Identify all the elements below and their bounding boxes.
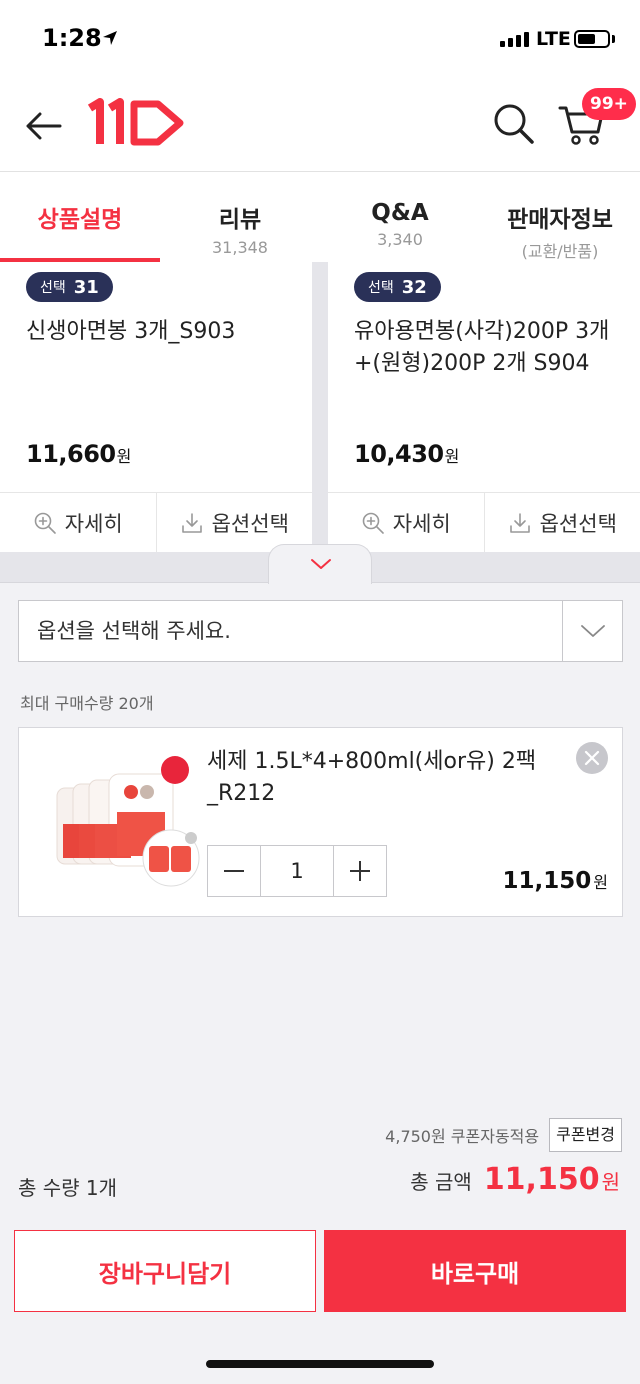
option-cards-area: 선택 31 신생아면봉 3개_S903 11,660원 자세히 옵션선택 선택 bbox=[0, 262, 640, 552]
search-icon[interactable] bbox=[490, 100, 538, 148]
close-icon bbox=[584, 750, 600, 766]
select-option-label: 옵션선택 bbox=[211, 511, 289, 536]
card-actions: 자세히 옵션선택 bbox=[328, 492, 640, 552]
tab-label: 상품설명 bbox=[37, 207, 123, 233]
buy-now-button[interactable]: 바로구매 bbox=[324, 1230, 626, 1312]
option-card[interactable]: 선택 31 신생아면봉 3개_S903 11,660원 자세히 옵션선택 bbox=[0, 262, 312, 552]
tab-description[interactable]: 상품설명 bbox=[0, 172, 160, 262]
chevron-down-icon bbox=[580, 625, 605, 637]
coupon-applied-text: 4,750원 쿠폰자동적용 bbox=[385, 1127, 540, 1146]
download-icon bbox=[181, 512, 202, 533]
coupon-row: 4,750원 쿠폰자동적용 쿠폰변경 bbox=[385, 1118, 622, 1152]
tab-count: 31,348 bbox=[212, 238, 268, 257]
badge-number: 32 bbox=[401, 276, 427, 298]
card-actions: 자세히 옵션선택 bbox=[0, 492, 312, 552]
remove-item-button[interactable] bbox=[576, 742, 608, 774]
total-amount-label: 총 금액 bbox=[410, 1170, 472, 1194]
selected-item-price: 11,150 원 bbox=[502, 868, 609, 894]
select-option-label: 옵션선택 bbox=[539, 511, 617, 536]
chevron-down-icon bbox=[311, 559, 331, 569]
badge-number: 31 bbox=[73, 276, 99, 298]
tab-reviews[interactable]: 리뷰 31,348 bbox=[160, 172, 320, 262]
tab-label: 판매자정보 bbox=[507, 207, 613, 233]
status-time: 1:28 bbox=[42, 24, 102, 52]
minus-icon bbox=[224, 870, 244, 872]
total-amount: 총 금액 11,150 원 bbox=[410, 1162, 620, 1197]
badge-label: 선택 bbox=[40, 280, 66, 296]
quantity-stepper: 1 bbox=[207, 845, 387, 897]
dropdown-toggle[interactable] bbox=[562, 601, 622, 661]
select-option-button[interactable]: 옵션선택 bbox=[483, 493, 640, 552]
add-to-cart-button[interactable]: 장바구니담기 bbox=[14, 1230, 316, 1312]
panel-collapse-handle[interactable] bbox=[268, 544, 372, 584]
zoom-in-icon bbox=[362, 512, 384, 534]
tab-seller-info[interactable]: 판매자정보 (교환/반품) bbox=[480, 172, 640, 262]
option-select[interactable]: 옵션을 선택해 주세요. bbox=[18, 600, 623, 662]
signal-icon bbox=[500, 32, 529, 47]
product-image bbox=[56, 756, 200, 887]
network-label: LTE bbox=[536, 28, 571, 50]
tab-sub-label: (교환/반품) bbox=[521, 242, 599, 261]
zoom-in-icon bbox=[34, 512, 56, 534]
battery-cap bbox=[612, 35, 615, 43]
decrease-button[interactable] bbox=[208, 846, 260, 896]
quantity-value[interactable]: 1 bbox=[260, 846, 334, 896]
cart-count-badge: 99+ bbox=[582, 88, 636, 120]
option-badge: 선택 31 bbox=[26, 272, 113, 302]
11st-logo[interactable] bbox=[86, 98, 186, 148]
option-badge: 선택 32 bbox=[354, 272, 441, 302]
home-indicator[interactable] bbox=[206, 1360, 434, 1368]
total-amount-value: 11,150 bbox=[483, 1162, 600, 1197]
option-price: 10,430원 bbox=[354, 440, 459, 468]
badge-label: 선택 bbox=[368, 280, 394, 296]
tab-qna[interactable]: Q&A 3,340 bbox=[320, 172, 480, 262]
location-arrow-icon bbox=[103, 31, 117, 45]
change-coupon-button[interactable]: 쿠폰변경 bbox=[549, 1118, 622, 1152]
increase-button[interactable] bbox=[334, 846, 386, 896]
detail-label: 자세히 bbox=[64, 511, 123, 536]
selected-item: 세제 1.5L*4+800ml(세or유) 2팩_R212 1 11,150 원 bbox=[18, 727, 623, 917]
status-bar: 1:28 LTE bbox=[0, 0, 640, 80]
total-amount-unit: 원 bbox=[601, 1170, 620, 1194]
detail-label: 자세히 bbox=[392, 511, 451, 536]
total-quantity: 총 수량 1개 bbox=[18, 1176, 118, 1200]
app-header: 99+ bbox=[0, 80, 640, 172]
tab-label: Q&A bbox=[371, 200, 429, 226]
tab-count: 3,340 bbox=[377, 230, 423, 249]
option-card[interactable]: 선택 32 유아용면봉(사각)200P 3개+(원형)200P 2개 S904 … bbox=[328, 262, 640, 552]
max-quantity-note: 최대 구매수량 20개 bbox=[20, 694, 154, 713]
selected-item-name: 세제 1.5L*4+800ml(세or유) 2팩_R212 bbox=[207, 749, 537, 806]
detail-button[interactable]: 자세히 bbox=[0, 493, 156, 552]
option-title: 유아용면봉(사각)200P 3개+(원형)200P 2개 S904 bbox=[354, 319, 610, 376]
tab-label: 리뷰 bbox=[218, 207, 262, 233]
product-tabs: 상품설명 리뷰 31,348 Q&A 3,340 판매자정보 (교환/반품) bbox=[0, 172, 640, 262]
plus-icon bbox=[350, 861, 370, 881]
battery-icon bbox=[574, 30, 610, 48]
back-arrow-icon[interactable] bbox=[20, 102, 68, 150]
option-select-placeholder: 옵션을 선택해 주세요. bbox=[37, 619, 231, 643]
option-title: 신생아면봉 3개_S903 bbox=[26, 319, 236, 344]
option-price: 11,660원 bbox=[26, 440, 131, 468]
download-icon bbox=[509, 512, 530, 533]
